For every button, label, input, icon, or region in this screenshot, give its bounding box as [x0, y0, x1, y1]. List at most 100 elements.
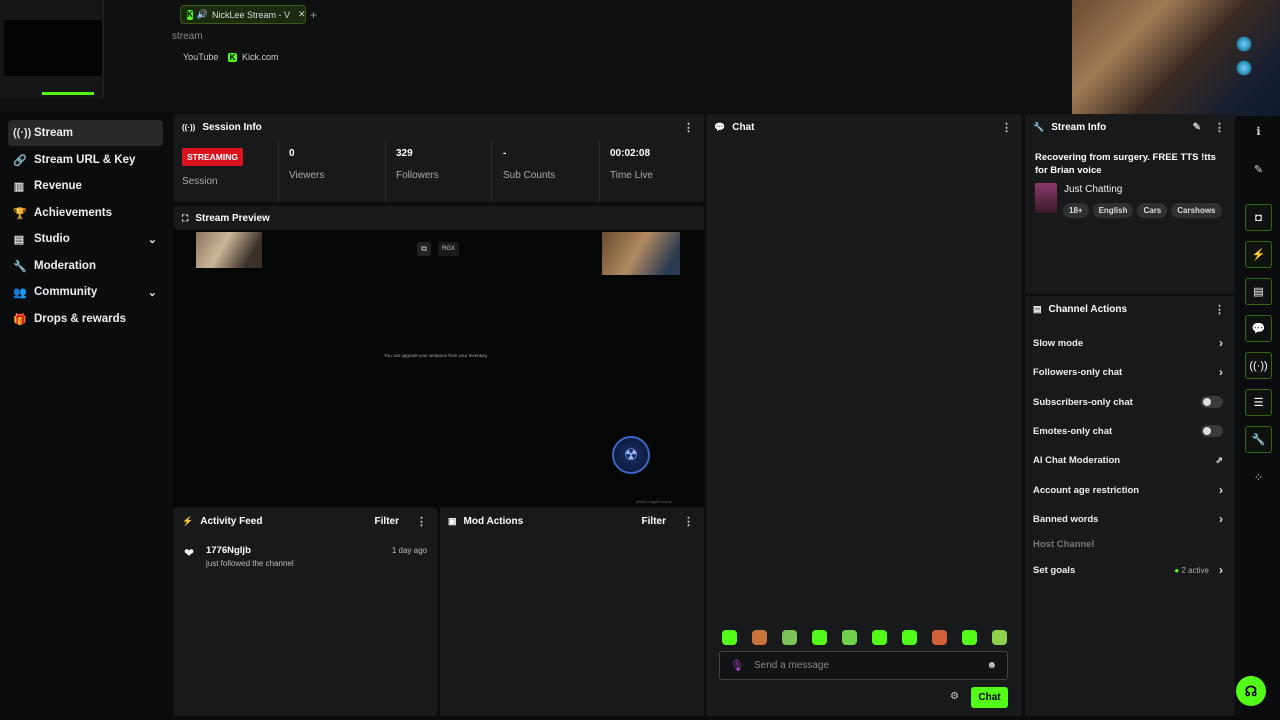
more-options-icon[interactable]: ⋮ [1001, 121, 1012, 134]
emote-icon[interactable] [872, 630, 887, 645]
edit-pencil-icon[interactable]: ✎ [1245, 156, 1272, 183]
tab-preview-thumbnail[interactable] [0, 0, 104, 98]
pc-fan-light [1236, 36, 1252, 52]
panel-header: ▤ Channel Actions ⋮ [1025, 296, 1235, 322]
sidebar-item-label: Stream [34, 127, 73, 139]
action-label: Account age restriction [1033, 484, 1140, 496]
panel-title: Chat [732, 121, 755, 133]
ai-moderation-row[interactable]: AI Chat Moderation ⇗ [1033, 452, 1227, 468]
followers-only-row[interactable]: Followers-only chat › [1033, 364, 1227, 380]
activity-widget-icon[interactable]: ⚡ [1245, 241, 1272, 268]
new-tab-button[interactable]: + [310, 8, 317, 22]
emotes-only-toggle[interactable] [1201, 425, 1223, 437]
sidebar-item-moderation[interactable]: 🔧 Moderation [8, 253, 163, 279]
chart-icon: ▥ [13, 180, 25, 193]
emote-icon[interactable] [992, 630, 1007, 645]
chat-message-input[interactable]: 🎙 Send a message ☻ [719, 651, 1008, 680]
stat-value: 0 [289, 148, 295, 159]
activity-user[interactable]: 1776Ngljb [206, 545, 251, 556]
action-label: Banned words [1033, 513, 1099, 525]
lightning-icon: ⚡ [182, 515, 194, 526]
chat-bubble-icon: 💬 [714, 121, 726, 132]
sidebar-item-label: Revenue [34, 180, 82, 192]
more-options-icon[interactable]: ⋮ [416, 515, 427, 528]
stream-preview-header: ⛶ Stream Preview [174, 206, 704, 230]
pc-fan-light [1236, 60, 1252, 76]
external-link-icon: ⇗ [1215, 454, 1223, 465]
browser-tab[interactable]: K 🔊 NickLee Stream - V ✕ [180, 5, 306, 24]
slow-mode-row[interactable]: Slow mode › [1033, 335, 1227, 351]
session-widget-icon[interactable]: ◘ [1245, 204, 1272, 231]
emote-icon[interactable] [902, 630, 917, 645]
bookmark-youtube[interactable]: YouTube [172, 52, 218, 62]
support-chat-icon[interactable]: ☊ [1236, 676, 1266, 706]
popout-icon[interactable]: ⧉ [417, 242, 431, 256]
emote-icon[interactable] [842, 630, 857, 645]
speaker-icon[interactable]: 🔊 [197, 9, 208, 20]
action-label: Slow mode [1033, 337, 1084, 349]
sidebar-item-label: Community [34, 286, 98, 298]
broadcast-widget-icon[interactable]: ((·)) [1245, 352, 1272, 379]
stat-label: Viewers [289, 170, 325, 181]
sidebar-item-stream[interactable]: ((·)) Stream [8, 120, 163, 146]
filter-button[interactable]: Filter [642, 516, 666, 527]
panel-title: Stream Info [1051, 121, 1107, 133]
more-options-icon[interactable]: ⋮ [1214, 303, 1225, 316]
bookmark-label: YouTube [183, 52, 219, 62]
thumbnail-screen [4, 20, 102, 76]
category-name[interactable]: Just Chatting [1064, 184, 1122, 195]
emote-icon[interactable] [752, 630, 767, 645]
panel-header: ⛶ Stream Preview [174, 206, 704, 230]
emote-icon[interactable] [962, 630, 977, 645]
tag-list: 18+ English Cars Carshows [1063, 200, 1226, 218]
sidebar-item-achievements[interactable]: 🏆 Achievements [8, 200, 163, 226]
sidebar-item-stream-url[interactable]: 🔗 Stream URL & Key [8, 147, 163, 173]
more-options-icon[interactable]: ⋮ [683, 515, 694, 528]
sidebar-item-revenue[interactable]: ▥ Revenue [8, 173, 163, 199]
channel-actions-widget-icon[interactable]: ☰ [1245, 389, 1272, 416]
sidebar-item-drops[interactable]: 🎁 Drops & rewards [8, 306, 163, 332]
emote-icon[interactable] [932, 630, 947, 645]
wrench-icon: 🔧 [13, 260, 27, 273]
subscribers-only-toggle[interactable] [1201, 396, 1223, 408]
info-icon[interactable]: ℹ [1245, 118, 1272, 145]
chat-widget-icon[interactable]: 💬 [1245, 315, 1272, 342]
status-badge: STREAMING [182, 148, 243, 166]
chat-send-button[interactable]: Chat [971, 687, 1008, 708]
microphone-icon[interactable]: 🎙 [730, 659, 744, 672]
account-age-row[interactable]: Account age restriction › [1033, 482, 1227, 498]
stat-label: Followers [396, 170, 439, 181]
mod-actions-widget-icon[interactable]: ▤ [1245, 278, 1272, 305]
emote-icon[interactable] [782, 630, 797, 645]
time-live-stat: 00:02:08 Time Live [610, 148, 653, 181]
sidebar-item-community[interactable]: 👥 Community ⌄ [8, 279, 163, 305]
channel-icon: ▤ [1033, 303, 1042, 314]
emote-icon[interactable] [812, 630, 827, 645]
link-icon: 🔗 [13, 154, 27, 167]
chevron-right-icon: › [1219, 365, 1223, 379]
emote-icon[interactable] [722, 630, 737, 645]
set-goals-row[interactable]: Set goals ● 2 active › [1033, 562, 1227, 578]
chat-settings-icon[interactable]: ⚙ [950, 691, 959, 702]
layout-icon: ▤ [13, 233, 25, 246]
bookmark-kick[interactable]: K Kick.com [228, 52, 279, 62]
right-rail: ℹ ✎ ◘ ⚡ ▤ 💬 ((·)) ☰ 🔧 ⁘ [1238, 114, 1280, 720]
emoji-icon[interactable]: ☻ [986, 660, 997, 671]
channel-actions-panel: ▤ Channel Actions ⋮ Slow mode › Follower… [1025, 296, 1235, 716]
action-label: AI Chat Moderation [1033, 454, 1121, 466]
category-thumbnail[interactable] [1035, 183, 1057, 213]
stream-preview-video[interactable]: ⧉ RGX You can upgrade your weapons from … [174, 230, 704, 506]
edit-pencil-icon[interactable]: ✎ [1193, 122, 1201, 133]
filter-button[interactable]: Filter [375, 516, 399, 527]
more-options-icon[interactable]: ⋮ [1214, 121, 1225, 134]
close-tab-icon[interactable]: ✕ [298, 9, 305, 20]
stream-info-widget-icon[interactable]: 🔧 [1245, 426, 1272, 453]
more-widgets-icon[interactable]: ⁘ [1245, 464, 1272, 491]
more-options-icon[interactable]: ⋮ [683, 121, 694, 134]
banned-words-row[interactable]: Banned words › [1033, 511, 1227, 527]
panel-title: Activity Feed [200, 515, 263, 527]
session-info-panel: ((·)) Session Info ⋮ STREAMING Session 0… [174, 114, 704, 202]
stat-value: 329 [396, 148, 413, 159]
sidebar: ((·)) Stream 🔗 Stream URL & Key ▥ Revenu… [0, 112, 170, 720]
sidebar-item-studio[interactable]: ▤ Studio ⌄ [8, 226, 163, 252]
